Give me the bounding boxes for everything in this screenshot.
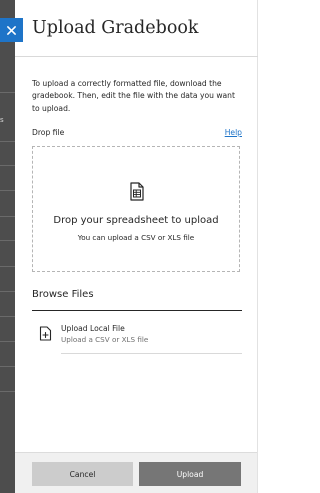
background-divider [0,190,15,191]
panel-title: Upload Gradebook [32,18,199,38]
background-divider [0,391,15,392]
background-page: s [0,0,15,493]
cancel-button[interactable]: Cancel [32,462,133,486]
close-button[interactable] [0,18,23,42]
background-divider [0,216,15,217]
background-divider [0,141,15,142]
background-divider [0,165,15,166]
background-text-fragment: s [0,116,4,124]
background-divider [0,316,15,317]
background-divider [0,92,15,93]
header-divider [15,56,258,57]
help-link[interactable]: Help [225,128,242,137]
drop-zone-title: Drop your spreadsheet to upload [53,215,219,226]
upload-local-file-title: Upload Local File [61,324,125,333]
upload-gradebook-panel: Upload Gradebook To upload a correctly f… [15,0,258,493]
browse-divider [32,310,242,311]
background-divider [0,240,15,241]
intro-text: To upload a correctly formatted file, do… [32,79,235,113]
background-divider [0,366,15,367]
browse-files-heading: Browse Files [32,289,94,300]
local-file-divider [61,353,242,354]
drop-zone-subtitle: You can upload a CSV or XLS file [77,233,195,242]
upload-button[interactable]: Upload [139,462,241,486]
panel-edge [257,0,258,493]
panel-footer: Cancel Upload [15,452,257,493]
background-divider [0,266,15,267]
close-icon [7,25,16,35]
background-divider [0,341,15,342]
background-divider [0,291,15,292]
file-add-icon [39,326,52,341]
spreadsheet-icon [130,182,144,201]
drop-file-label: Drop file [32,128,65,137]
upload-local-file-option[interactable]: Upload Local File Upload a CSV or XLS fi… [39,322,242,354]
file-drop-zone[interactable]: Drop your spreadsheet to upload You can … [32,146,240,272]
upload-local-file-subtitle: Upload a CSV or XLS file [61,335,149,344]
